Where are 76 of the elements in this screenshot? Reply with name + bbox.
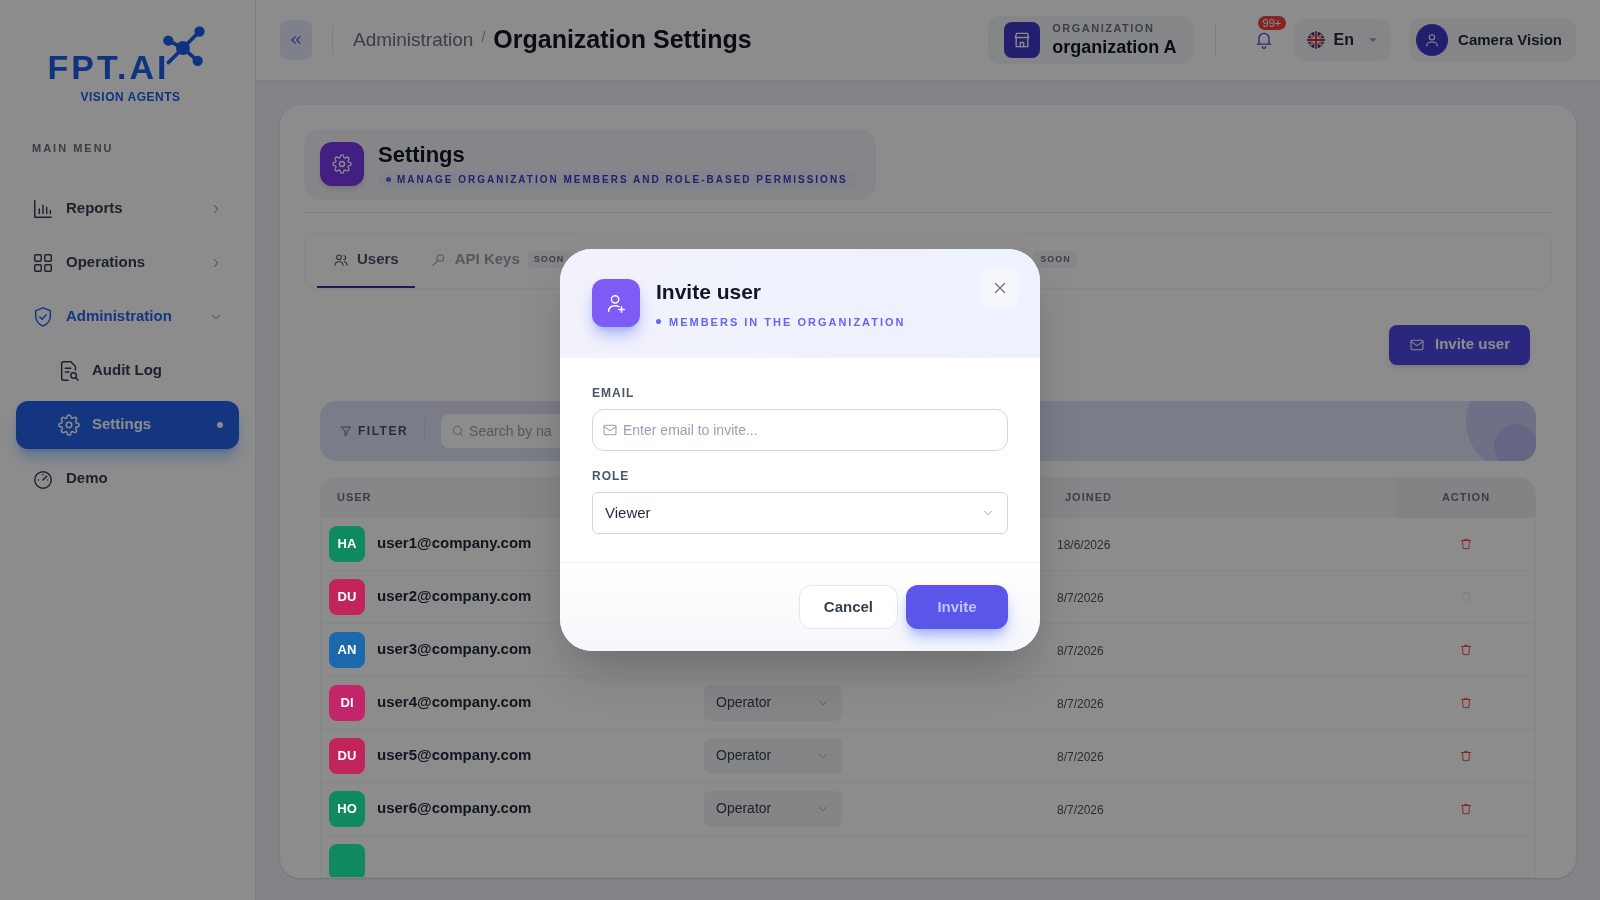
role-select[interactable]: Operator <box>704 790 842 827</box>
user-avatar: DI <box>329 684 365 721</box>
tab[interactable]: SOON <box>1018 233 1093 288</box>
trash-icon[interactable] <box>1459 642 1473 657</box>
settings-icon <box>332 154 352 175</box>
joined-date: 18/6/2026 <box>1057 537 1111 552</box>
joined-date: 8/7/2026 <box>1057 696 1104 711</box>
user-email: user4@company.com <box>377 692 532 713</box>
field-label: EMAIL <box>592 385 636 402</box>
section-title: Settings <box>378 141 466 169</box>
user-email: user1@company.com <box>377 533 532 554</box>
field-label: ROLE <box>592 468 631 485</box>
organization-label: ORGANIZATION <box>1052 21 1156 36</box>
section-label: MAIN MENU <box>31 141 115 156</box>
person-icon <box>1424 32 1441 48</box>
user-menu[interactable]: Camera Vision <box>1410 18 1576 62</box>
joined-date: 8/7/2026 <box>1057 802 1104 817</box>
logo-wordmark: FPT.AI <box>47 50 170 84</box>
settings-icon <box>58 413 80 436</box>
user-email: user2@company.com <box>377 586 532 607</box>
sidebar-subitem[interactable]: Audit Log <box>16 346 239 395</box>
trash-icon[interactable] <box>1459 695 1473 710</box>
tab[interactable]: Users <box>317 233 415 288</box>
users-icon <box>333 251 349 268</box>
user-avatar: AN <box>329 631 365 668</box>
sidebar-item[interactable]: Operations <box>16 238 239 287</box>
add-user-icon <box>605 292 627 314</box>
trash-icon[interactable] <box>1459 748 1473 763</box>
shield-icon <box>32 305 54 328</box>
dialog-title: Invite user <box>656 279 763 305</box>
breadcrumb-link[interactable]: Administration <box>353 25 474 55</box>
trash-icon[interactable] <box>1459 801 1473 816</box>
breadcrumb-separator: / <box>481 27 486 47</box>
user-email: user6@company.com <box>377 798 532 819</box>
email-field[interactable]: Enter email to invite... <box>592 409 1008 451</box>
sidebar-item[interactable]: Administration <box>16 292 239 341</box>
user-email: user3@company.com <box>377 639 532 660</box>
role-select[interactable]: Operator <box>704 684 842 721</box>
joined-date: 8/7/2026 <box>1057 643 1104 658</box>
close-button[interactable] <box>980 268 1020 308</box>
user-avatar: DU <box>329 737 365 774</box>
organization-chip[interactable]: ORGANIZATION organization A <box>988 16 1193 64</box>
invite-user-button[interactable]: Invite user <box>1388 324 1530 365</box>
cancel-button[interactable]: Cancel <box>798 585 898 629</box>
organization-name: organization A <box>1052 35 1177 59</box>
column-header: USER <box>337 490 372 506</box>
collapse-button[interactable] <box>280 20 312 60</box>
notification-badge: 99+ <box>1257 16 1287 30</box>
column-header: JOINED <box>1065 490 1112 506</box>
dialog-subtitle: MEMBERS IN THE ORGANIZATION <box>656 313 906 330</box>
filter-label: FILTER <box>340 421 409 440</box>
page-title: Organization Settings <box>493 24 752 56</box>
role-select[interactable]: Operator <box>704 737 842 774</box>
role-dropdown[interactable]: Viewer <box>592 492 1008 534</box>
user-avatar: HA <box>329 525 365 562</box>
user-email: user5@company.com <box>377 745 532 766</box>
language-select[interactable]: En <box>1293 19 1391 61</box>
grid-icon <box>32 251 54 274</box>
joined-date: 8/7/2026 <box>1057 590 1104 605</box>
filter-icon <box>340 424 352 437</box>
document-search-icon <box>58 359 80 382</box>
flag-icon <box>1305 30 1326 50</box>
sidebar-item[interactable]: Demo <box>16 454 239 503</box>
search-icon <box>451 423 466 438</box>
sidebar-item[interactable]: Reports <box>16 184 239 233</box>
chart-icon <box>32 197 54 220</box>
joined-date: 8/7/2026 <box>1057 749 1104 764</box>
section-subtitle: MANAGE ORGANIZATION MEMBERS AND ROLE-BASED PERMISSIONS <box>378 170 856 188</box>
logo-tagline: VISION AGENTS <box>80 89 181 106</box>
column-header: ACTION <box>1441 490 1491 506</box>
caret-icon <box>1368 35 1379 45</box>
user-avatar: HO <box>329 790 365 827</box>
user-avatar: DU <box>329 578 365 615</box>
mail-icon <box>602 422 618 438</box>
trash-icon[interactable] <box>1459 536 1473 551</box>
sidebar-subitem[interactable]: Settings <box>16 400 239 449</box>
